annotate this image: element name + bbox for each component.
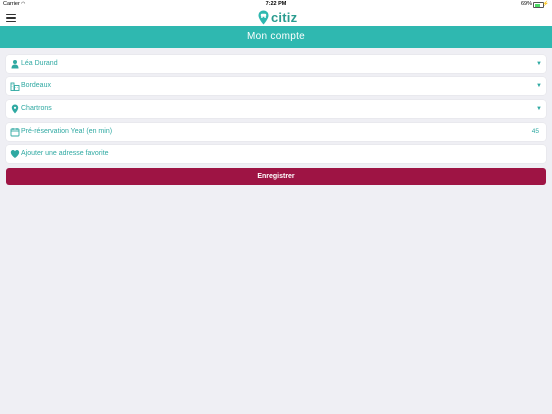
charging-icon: ⚡	[542, 1, 549, 7]
city-select[interactable]: Bordeaux ▼	[6, 77, 546, 95]
dropdown-arrow-icon: ▼	[536, 83, 542, 89]
favorite-address-label: Ajouter une adresse favorite	[21, 150, 109, 157]
user-name-label: Léa Durand	[21, 60, 58, 67]
add-favorite-address[interactable]: Ajouter une adresse favorite	[6, 145, 546, 163]
heart-icon	[10, 150, 20, 158]
user-icon	[11, 60, 19, 69]
status-time: 7:22 PM	[265, 1, 287, 7]
battery-percent: 69%	[520, 1, 532, 7]
hamburger-menu-icon[interactable]	[6, 14, 16, 23]
dropdown-arrow-icon: ▼	[536, 61, 542, 67]
save-button[interactable]: Enregistrer	[6, 168, 546, 185]
calendar-icon	[10, 128, 20, 137]
location-pin-icon	[11, 104, 19, 114]
pre-reservation-field[interactable]: Pré-réservation Yea! (en min) 45	[6, 123, 546, 141]
status-bar: Carrier ◠ 7:22 PM 69% ⚡	[0, 0, 552, 9]
nav-bar: citiz	[0, 9, 552, 26]
city-label: Bordeaux	[21, 82, 51, 89]
pre-reservation-label: Pré-réservation Yea! (en min)	[21, 128, 113, 135]
citiz-logo: citiz	[258, 9, 297, 26]
station-label: Chartrons	[21, 105, 52, 112]
logo-text: citiz	[271, 10, 298, 25]
station-select[interactable]: Chartrons ▼	[6, 100, 546, 118]
pre-reservation-value[interactable]: 45	[532, 123, 539, 141]
page-title: Mon compte	[0, 26, 552, 48]
user-select[interactable]: Léa Durand ▼	[6, 55, 546, 73]
dropdown-arrow-icon: ▼	[536, 106, 542, 112]
city-buildings-icon	[10, 82, 20, 91]
logo-pin-icon	[258, 10, 269, 25]
battery-level	[534, 3, 541, 7]
